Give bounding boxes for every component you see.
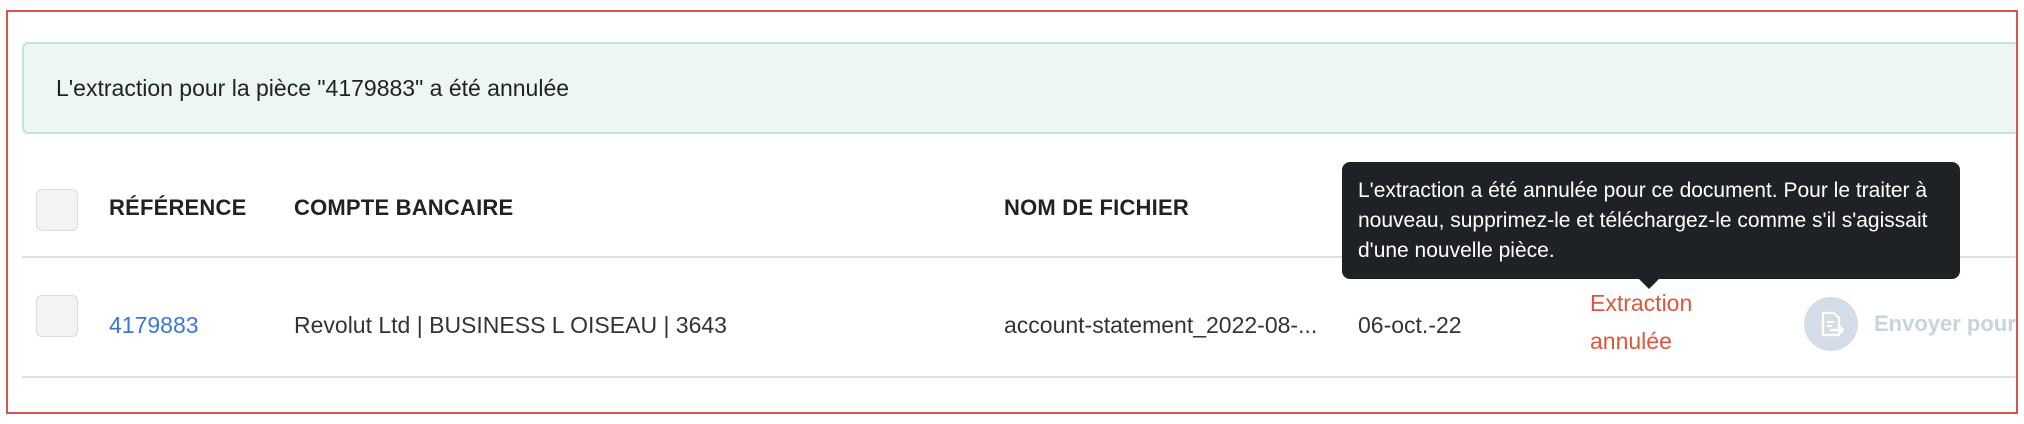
banner-message: L'extraction pour la pièce "4179883" a é… [56, 75, 570, 101]
reference-link[interactable]: 4179883 [109, 312, 199, 339]
tooltip-text: L'extraction a été annulée pour ce docum… [1358, 179, 1928, 262]
date-cell: 06-oct.-22 [1358, 312, 1462, 338]
header-reference[interactable]: RÉFÉRENCE [109, 195, 247, 221]
header-bank-account[interactable]: COMPTE BANCAIRE [294, 195, 513, 221]
status-badge[interactable]: Extraction annulée [1590, 284, 1730, 360]
document-export-icon [1804, 297, 1858, 351]
row-checkbox[interactable] [36, 295, 78, 337]
panel-frame: L'extraction pour la pièce "4179883" a é… [6, 10, 2018, 414]
header-file-name[interactable]: NOM DE FICHIER [1004, 195, 1189, 221]
send-button[interactable]: Envoyer pour [1804, 297, 2016, 351]
tooltip-arrow [1638, 278, 1660, 289]
send-button-label: Envoyer pour [1874, 311, 2016, 336]
status-tooltip: L'extraction a été annulée pour ce docum… [1342, 162, 1960, 279]
row-divider [22, 376, 2016, 378]
select-all-checkbox[interactable] [36, 189, 78, 231]
file-name-cell: account-statement_2022-08-... [1004, 312, 1318, 338]
success-banner: L'extraction pour la pièce "4179883" a é… [22, 42, 2016, 134]
bank-account-cell: Revolut Ltd | BUSINESS L OISEAU | 3643 [294, 312, 727, 338]
